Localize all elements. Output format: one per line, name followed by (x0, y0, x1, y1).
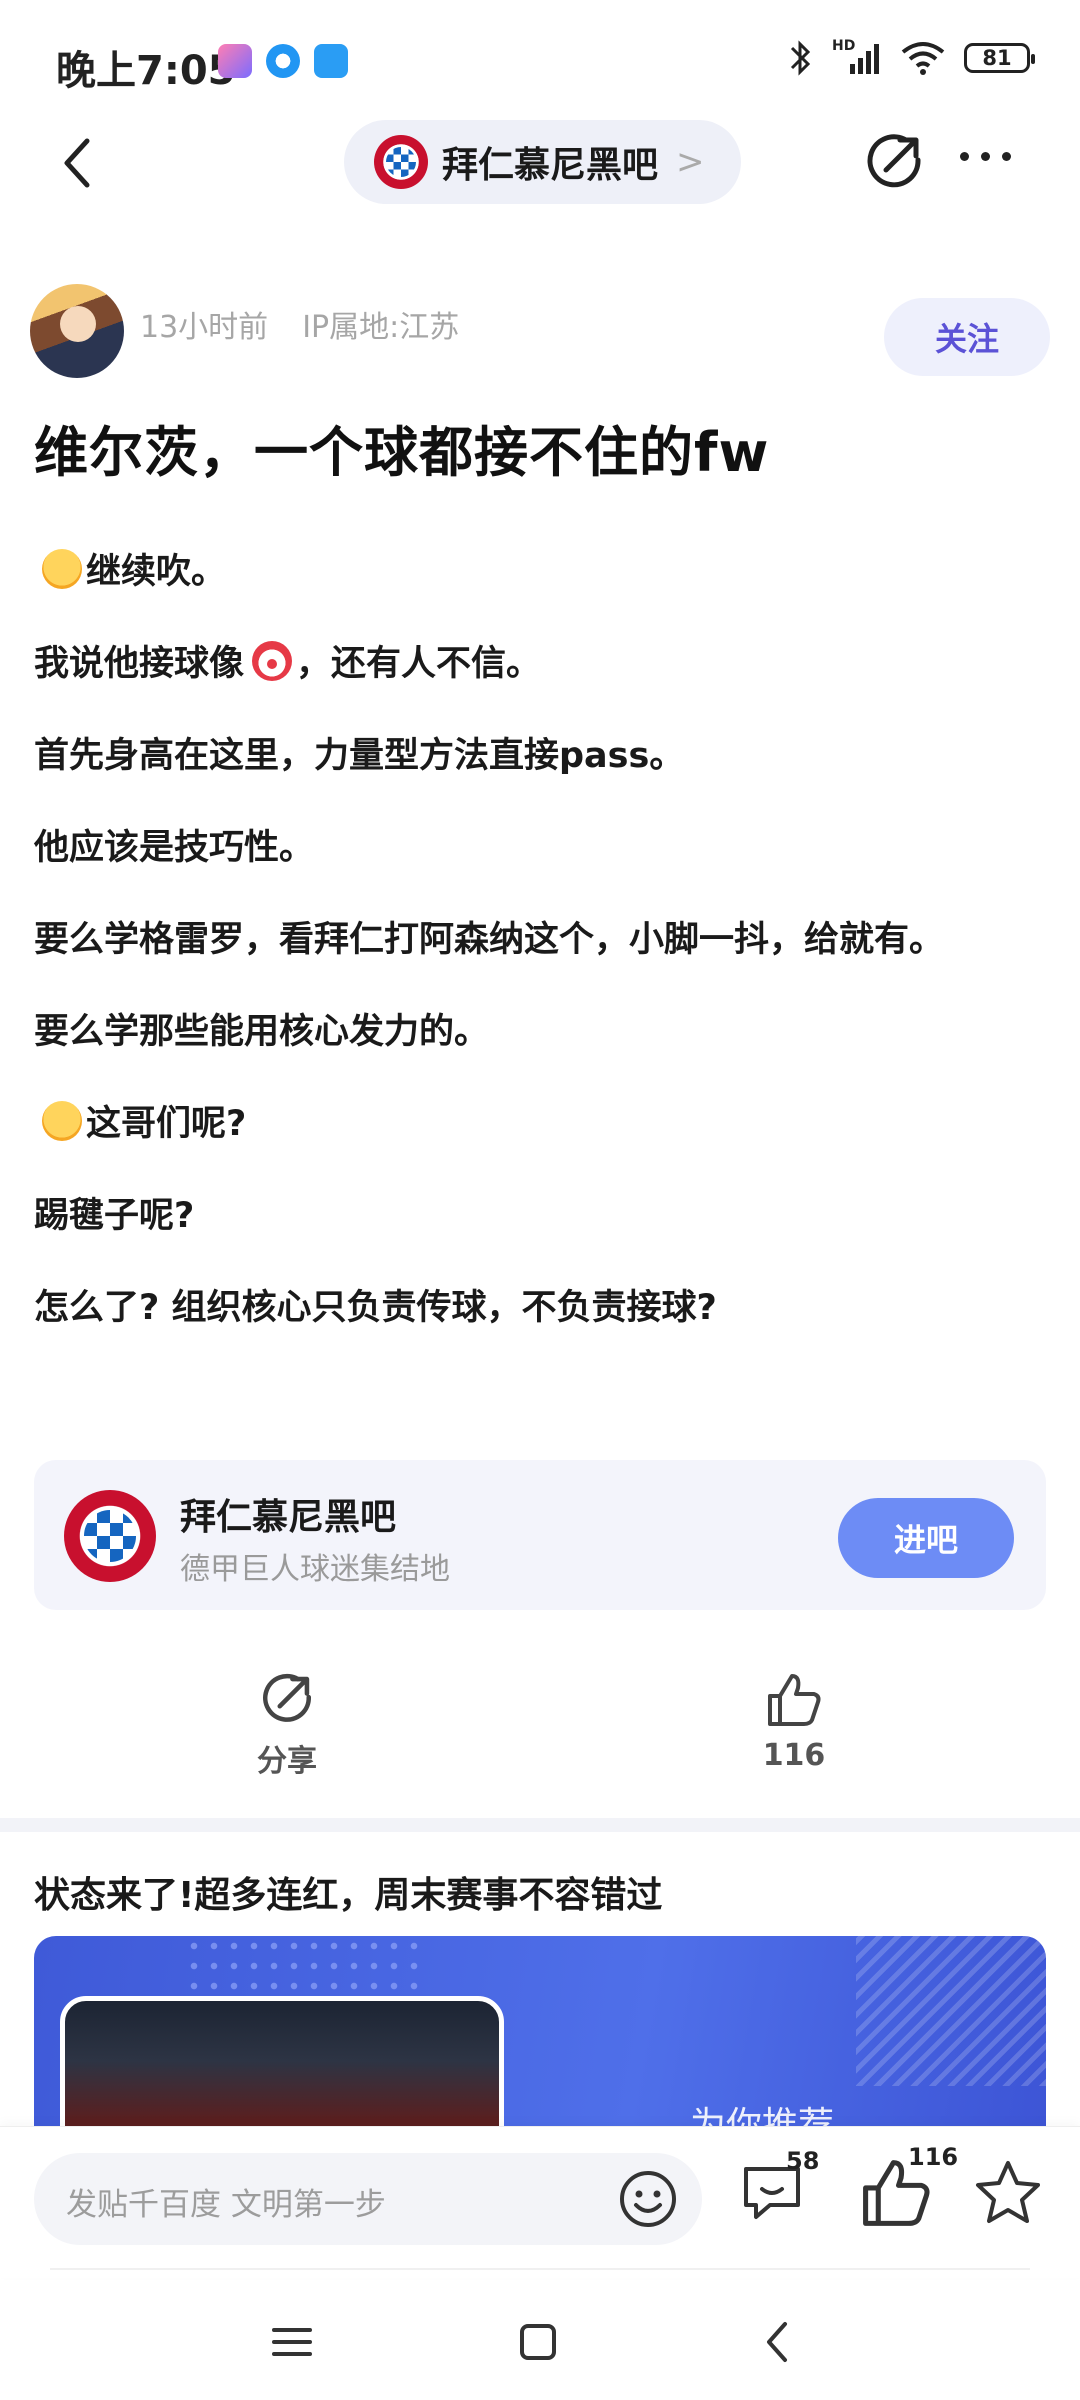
battery-icon: 81 (964, 43, 1035, 73)
smile-emoji-icon (42, 549, 82, 589)
share-icon (263, 1673, 312, 1722)
paragraph-text: ，还有人不信。 (296, 644, 542, 684)
like-action-button[interactable]: 116 (714, 1670, 874, 1773)
post-paragraph: 要么学那些能用核心发力的。 (34, 1012, 490, 1052)
enter-forum-button[interactable]: 进吧 (838, 1498, 1014, 1578)
post-paragraph: 首先身高在这里，力量型方法直接pass。 (34, 736, 685, 776)
emoji-button-icon[interactable] (616, 2167, 680, 2231)
share-icon (867, 134, 921, 188)
share-button[interactable] (862, 130, 926, 194)
banner-stripes-decoration (856, 1936, 1046, 2086)
status-bar: 晚上7:05 HD 81 (0, 0, 1080, 124)
square-home-icon (520, 2324, 556, 2360)
system-nav-bar (0, 2300, 1080, 2400)
post-paragraph: 踢毽子呢? (34, 1196, 195, 1236)
comment-count: 58 (786, 2147, 820, 2175)
top-nav: 拜仁慕尼黑吧 > (0, 112, 1080, 212)
forum-card-description: 德甲巨人球迷集结地 (180, 1552, 450, 1587)
status-indicators: HD 81 (788, 38, 1035, 78)
home-button[interactable] (508, 2312, 568, 2372)
system-back-button[interactable] (748, 2312, 808, 2372)
banner-dots-decoration (184, 1936, 424, 1996)
post-title: 维尔茨，一个球都接不住的fw (34, 421, 770, 484)
thumbs-up-icon (768, 1674, 821, 1726)
comment-placeholder: 发贴千百度 文明第一步 (66, 2187, 386, 2223)
paragraph-text: 我说他接球像 (34, 644, 245, 684)
forum-name: 拜仁慕尼黑吧 (442, 145, 659, 186)
stadium-photo (60, 1996, 504, 2126)
recommend-banner[interactable]: 为你推荐 (34, 1936, 1046, 2126)
follow-button[interactable]: 关注 (884, 298, 1050, 376)
menu-icon (272, 2328, 312, 2356)
like-count-small: 116 (908, 2143, 959, 2171)
chevron-left-icon (767, 2322, 787, 2362)
forum-link-pill[interactable]: 拜仁慕尼黑吧 > (344, 120, 741, 204)
avatar[interactable] (30, 284, 124, 378)
recommend-title: 状态来了!超多连红，周末赛事不容错过 (34, 1875, 663, 1916)
post-body: 继续吹。 我说他接球像 ，还有人不信。 首先身高在这里，力量型方法直接pass。 … (34, 535, 1034, 1363)
share-action-button[interactable]: 分享 (207, 1670, 367, 1780)
post-paragraph: 要么学格雷罗，看拜仁打阿森纳这个，小脚一抖，给就有。 (34, 920, 945, 960)
chevron-right-icon: > (676, 142, 705, 182)
signal-icon: HD (832, 38, 882, 78)
section-divider (0, 1818, 1080, 1832)
post-actions: 分享 116 (0, 1660, 1080, 1800)
dot-icon (1002, 152, 1011, 161)
clown-emoji-icon (252, 641, 293, 681)
grin-emoji-icon (42, 1101, 82, 1141)
upload-app-icon (314, 44, 348, 78)
post-paragraph: 他应该是技巧性。 (34, 828, 315, 868)
bottom-comment-bar: 发贴千百度 文明第一步 58 116 (0, 2126, 1080, 2278)
share-label: 分享 (257, 1744, 317, 1779)
post-meta: 13小时前 IP属地:江苏 (140, 302, 459, 346)
dot-icon (981, 152, 990, 161)
paragraph-text: 继续吹。 (86, 552, 227, 592)
browser-app-icon (266, 44, 300, 78)
dot-icon (960, 152, 969, 161)
post-paragraph: 怎么了? 组织核心只负责传球，不负责接球? (34, 1288, 717, 1328)
status-app-icons (218, 44, 348, 78)
status-time: 晚上7:05 (56, 48, 236, 94)
comment-input[interactable]: 发贴千百度 文明第一步 (34, 2153, 702, 2245)
star-icon[interactable] (970, 2155, 1046, 2231)
post-paragraph: 我说他接球像 ，还有人不信。 (34, 627, 1034, 701)
forum-card[interactable]: 拜仁慕尼黑吧 德甲巨人球迷集结地 进吧 (34, 1460, 1046, 1610)
ip-location: IP属地:江苏 (302, 310, 460, 345)
bottom-separator (50, 2268, 1030, 2270)
bluetooth-icon (790, 40, 811, 76)
bayern-logo-icon (64, 1490, 156, 1582)
network-type-label: HD (832, 38, 856, 54)
chevron-left-icon (64, 138, 90, 188)
post-author-row: 13小时前 IP属地:江苏 关注 (30, 284, 1050, 384)
post-paragraph: 继续吹。 (34, 535, 1034, 609)
banner-text: 为你推荐 (690, 2105, 835, 2126)
post-time: 13小时前 (140, 310, 269, 345)
more-options-button[interactable] (960, 152, 1011, 161)
post-paragraph: 这哥们呢? (34, 1087, 1034, 1161)
menu-button[interactable] (262, 2312, 322, 2372)
wifi-icon (901, 42, 945, 75)
paragraph-text: 这哥们呢? (86, 1104, 247, 1144)
game-app-icon (218, 44, 252, 78)
like-count: 116 (762, 1738, 826, 1773)
battery-level: 81 (982, 46, 1012, 70)
forum-card-name: 拜仁慕尼黑吧 (180, 1497, 397, 1538)
bayern-logo-icon (374, 135, 428, 189)
back-button[interactable] (42, 128, 112, 198)
